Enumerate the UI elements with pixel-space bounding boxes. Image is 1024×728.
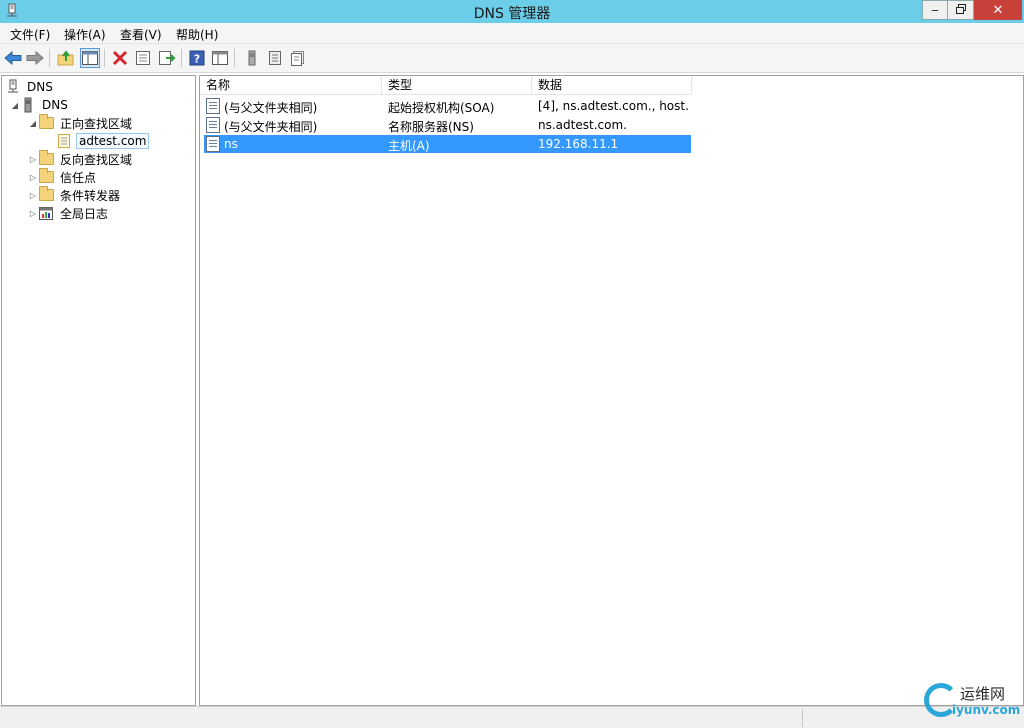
delete-icon [112, 50, 128, 66]
restore-icon [955, 3, 966, 17]
tree-item-label: DNS [27, 80, 53, 94]
event-log-icon [38, 205, 54, 221]
table-row[interactable]: (与父文件夹相同) 起始授权机构(SOA) [4], ns.adtest.com… [204, 97, 691, 115]
tree-item-label: 反向查找区域 [60, 152, 133, 167]
back-arrow-icon [4, 51, 22, 65]
results-list[interactable]: 名称 类型 数据 (与父文件夹相同) 起始授权机构(SOA) [4], ns.a… [199, 75, 1024, 706]
tree-item-forward-lookup-zones[interactable]: ◢ 正向查找区域 [28, 114, 134, 132]
collapse-arrow-icon[interactable]: ◢ [10, 101, 20, 110]
tree-item-dns-root[interactable]: DNS [5, 78, 55, 96]
close-icon: ✕ [992, 2, 1004, 18]
dns-root-icon [5, 79, 21, 95]
title-bar: DNS 管理器 ‒ ✕ [0, 0, 1024, 23]
cell-data: 192.168.11.1 [538, 137, 619, 151]
toolbar: ? [0, 44, 1024, 73]
cell-name: (与父文件夹相同) [224, 101, 318, 115]
column-header-type[interactable]: 类型 [382, 76, 532, 95]
show-hide-tree-icon [82, 51, 98, 65]
up-one-level-button[interactable] [56, 48, 76, 68]
up-folder-icon [57, 50, 74, 66]
properties-icon [136, 51, 150, 65]
watermark-cn-text: 运维网 [960, 685, 1006, 703]
tree-item-dns-server[interactable]: ◢ DNS [10, 96, 70, 114]
minimize-button[interactable]: ‒ [922, 0, 948, 20]
help-button[interactable]: ? [187, 48, 207, 68]
properties-button[interactable] [133, 48, 153, 68]
tree-item-label: 全局日志 [60, 206, 109, 221]
toolbar-separator [49, 49, 50, 67]
cell-name: (与父文件夹相同) [224, 120, 318, 134]
export-list-icon [159, 51, 176, 65]
tree-item-label: 条件转发器 [60, 188, 121, 203]
console-icon [212, 51, 228, 65]
server-icon [248, 50, 256, 66]
record-icon [291, 51, 304, 66]
server-button[interactable] [242, 48, 262, 68]
menu-view[interactable]: 查看(V) [120, 26, 162, 43]
forward-button[interactable] [25, 48, 45, 68]
help-icon: ? [189, 50, 205, 66]
cell-type: 主机(A) [388, 139, 430, 153]
expand-arrow-icon[interactable]: ▷ [28, 173, 38, 182]
tree-item-trust-points[interactable]: ▷ 信任点 [28, 168, 98, 186]
svg-text:?: ? [194, 53, 200, 66]
menu-file[interactable]: 文件(F) [10, 26, 50, 43]
dns-record-icon [206, 117, 220, 133]
tree-item-adtest-zone[interactable]: adtest.com [56, 132, 150, 150]
tree-item-global-logs[interactable]: ▷ 全局日志 [28, 204, 110, 222]
table-row[interactable]: ns 主机(A) 192.168.11.1 [204, 135, 691, 153]
zone-icon [56, 133, 72, 149]
tree-item-label: 正向查找区域 [60, 116, 133, 131]
toolbar-separator [234, 49, 235, 67]
cell-type: 起始授权机构(SOA) [388, 101, 495, 115]
zone-icon [269, 51, 281, 65]
folder-icon [38, 150, 54, 167]
column-header-data[interactable]: 数据 [532, 76, 692, 95]
cell-type: 名称服务器(NS) [388, 120, 474, 134]
folder-icon [38, 168, 54, 185]
folder-icon [38, 186, 54, 203]
show-hide-console-tree-button[interactable] [80, 48, 100, 68]
watermark-en-text: iyunv.com [952, 703, 1021, 717]
folder-icon [38, 114, 54, 131]
tree-item-conditional-forwarders[interactable]: ▷ 条件转发器 [28, 186, 122, 204]
expand-arrow-icon[interactable]: ▷ [28, 209, 38, 218]
collapse-arrow-icon[interactable]: ◢ [28, 119, 38, 128]
cell-data: ns.adtest.com. [538, 118, 627, 132]
console-tree[interactable]: DNS ◢ DNS ◢ 正向查找区域 adtest.com ▷ 反向查找区域 ▷… [1, 75, 196, 706]
close-button[interactable]: ✕ [974, 0, 1022, 20]
forward-arrow-icon [26, 51, 44, 65]
dns-record-icon [206, 98, 220, 114]
expand-arrow-icon[interactable]: ▷ [28, 191, 38, 200]
cell-data: [4], ns.adtest.com., host... [538, 99, 688, 113]
toolbar-separator [181, 49, 182, 67]
menu-bar: 文件(F) 操作(A) 查看(V) 帮助(H) [0, 23, 1024, 44]
minimize-icon: ‒ [931, 3, 939, 17]
status-separator [802, 709, 803, 727]
tree-item-label: adtest.com [76, 133, 150, 149]
expand-arrow-icon[interactable]: ▷ [28, 155, 38, 164]
toolbar-separator [104, 49, 105, 67]
tree-item-label: DNS [42, 98, 68, 112]
restore-button[interactable] [948, 0, 974, 20]
record-button[interactable] [288, 48, 308, 68]
watermark-logo: 运维网 iyunv.com [920, 681, 1022, 725]
window-title: DNS 管理器 [473, 6, 551, 22]
back-button[interactable] [3, 48, 23, 68]
menu-help[interactable]: 帮助(H) [176, 26, 218, 43]
zone-button[interactable] [265, 48, 285, 68]
export-list-button[interactable] [157, 48, 177, 68]
tree-item-reverse-lookup-zones[interactable]: ▷ 反向查找区域 [28, 150, 134, 168]
table-row[interactable]: (与父文件夹相同) 名称服务器(NS) ns.adtest.com. [204, 116, 691, 134]
server-icon [20, 97, 36, 113]
delete-button[interactable] [110, 48, 130, 68]
column-header-name[interactable]: 名称 [200, 76, 382, 95]
console-button[interactable] [210, 48, 230, 68]
tree-item-label: 信任点 [60, 170, 97, 185]
dns-record-icon [206, 136, 220, 152]
status-bar [0, 706, 1024, 728]
cell-name: ns [224, 137, 238, 151]
menu-action[interactable]: 操作(A) [64, 26, 106, 43]
